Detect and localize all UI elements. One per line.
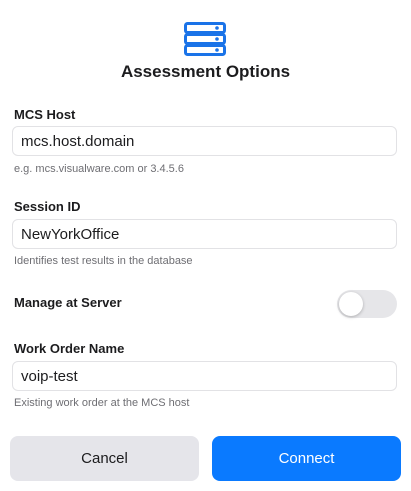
work-order-label: Work Order Name [14,341,125,356]
connect-button[interactable]: Connect [212,436,401,481]
toggle-knob [339,292,363,316]
manage-at-server-toggle[interactable] [337,290,397,318]
manage-at-server-label: Manage at Server [14,295,122,310]
mcs-host-input[interactable] [12,126,397,156]
mcs-host-hint: e.g. mcs.visualware.com or 3.4.5.6 [14,163,184,175]
session-id-hint: Identifies test results in the database [14,255,193,267]
mcs-host-label: MCS Host [14,107,76,122]
session-id-input[interactable] [12,219,397,249]
dialog-title: Assessment Options [120,62,291,81]
work-order-hint: Existing work order at the MCS host [14,397,190,409]
session-id-label: Session ID [14,199,81,214]
assessment-options-dialog: Assessment Options MCS Host e.g. mcs.vis… [0,0,411,491]
work-order-input[interactable] [12,361,397,391]
server-stack-icon [184,22,226,56]
cancel-button[interactable]: Cancel [10,436,199,481]
